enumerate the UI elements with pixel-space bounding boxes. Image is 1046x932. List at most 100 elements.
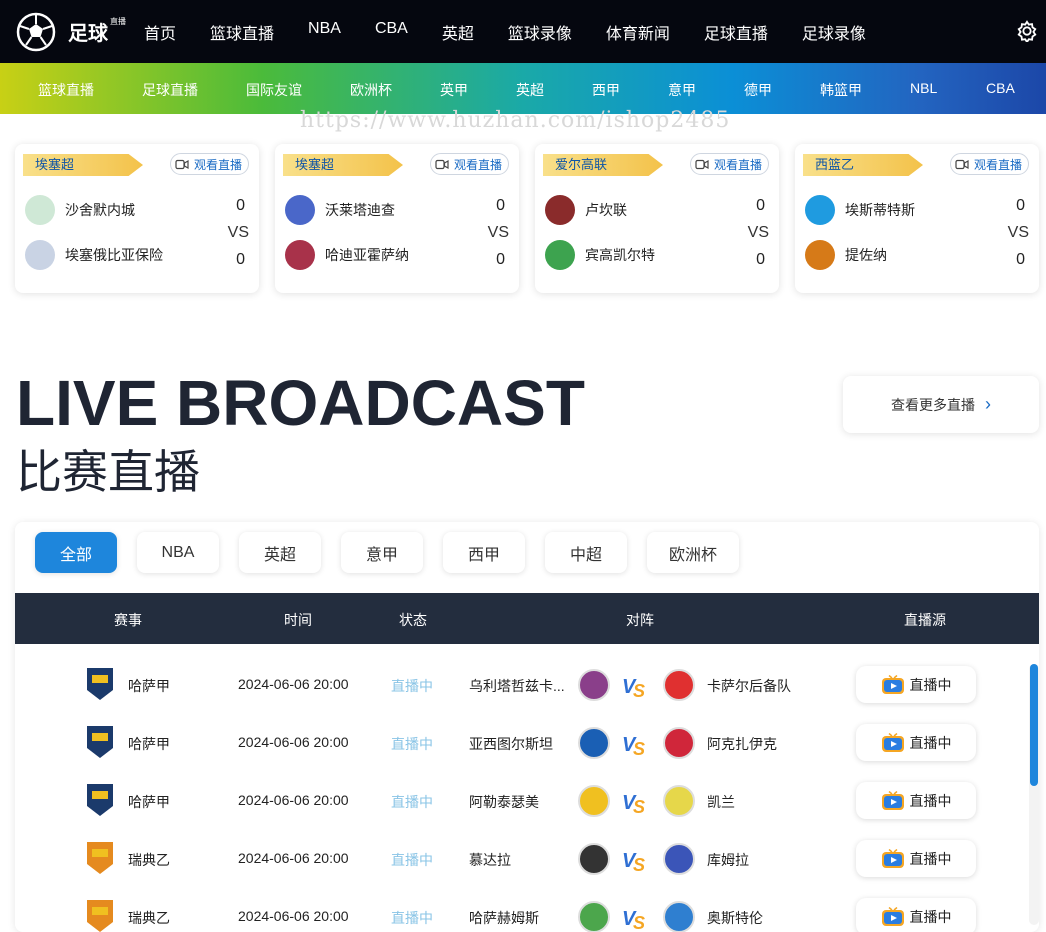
tab-premier-league[interactable]: 英超: [239, 532, 321, 573]
league-name: 哈萨甲: [128, 794, 170, 810]
table-row[interactable]: 哈萨甲 2024-06-06 20:00 直播中 阿勒泰瑟美 V S 凯兰 直播中: [15, 773, 1025, 831]
table-row[interactable]: 瑞典乙 2024-06-06 20:00 直播中 慕达拉 V S 库姆拉 直播中: [15, 831, 1025, 889]
svg-text:S: S: [633, 797, 645, 817]
team-badge-icon: [578, 727, 610, 759]
tab-euro[interactable]: 欧洲杯: [647, 532, 740, 573]
vs-icon: VS: [622, 792, 645, 817]
league-tag: 埃塞超: [283, 154, 403, 176]
team-badge-icon: [545, 240, 575, 270]
tab-csl[interactable]: 中超: [545, 532, 627, 573]
vs-icon: VS: [622, 734, 645, 759]
category-item[interactable]: NBL: [910, 80, 937, 96]
scrollbar-thumb[interactable]: [1030, 664, 1038, 786]
league-logo-icon: [87, 842, 113, 874]
svg-text:S: S: [633, 681, 645, 701]
soccer-ball-icon: [16, 12, 56, 51]
home-team-name: 慕达拉: [469, 852, 511, 868]
svg-text:S: S: [633, 855, 645, 875]
away-team: 提佐纳: [805, 240, 887, 270]
category-item[interactable]: 意甲: [668, 80, 696, 100]
vs-label: VS: [227, 224, 249, 241]
schedule-panel: 全部 NBA 英超 意甲 西甲 中超 欧洲杯 赛事 时间 状态 对阵 直播源 哈…: [15, 522, 1039, 932]
team-badge-icon: [578, 843, 610, 875]
category-item[interactable]: 英超: [516, 80, 544, 100]
away-team-name: 凯兰: [707, 794, 735, 810]
tab-la-liga[interactable]: 西甲: [443, 532, 525, 573]
category-item[interactable]: 西甲: [592, 80, 620, 100]
match-status: 直播中: [391, 852, 433, 868]
home-team-name: 沃莱塔迪查: [325, 202, 395, 218]
category-item[interactable]: 英甲: [440, 80, 468, 100]
video-camera-icon: [435, 159, 449, 169]
main-nav-item[interactable]: NBA: [308, 20, 341, 44]
category-item[interactable]: CBA: [986, 80, 1015, 96]
category-item[interactable]: 足球直播: [142, 80, 198, 100]
gear-icon[interactable]: [1016, 20, 1038, 42]
match-card[interactable]: 埃塞超 观看直播 沙舍默内城 0 VS 埃塞俄比亚保险 0: [15, 144, 259, 293]
team-badge-icon: [805, 195, 835, 225]
tab-nba[interactable]: NBA: [137, 532, 219, 573]
home-score: 0: [496, 197, 505, 214]
league-name: 瑞典乙: [128, 910, 170, 926]
away-score: 0: [756, 251, 765, 268]
table-row[interactable]: 瑞典乙 2024-06-06 20:00 直播中 哈萨赫姆斯 V S 奥斯特伦 直播中: [15, 889, 1025, 932]
match-time: 2024-06-06 20:00: [238, 908, 349, 924]
site-logo[interactable]: 足球 直播: [16, 12, 126, 52]
category-item[interactable]: 韩篮甲: [820, 80, 862, 100]
top-nav-bar: 足球 直播 首页 篮球直播 NBA CBA 英超 篮球录像 体育新闻 足球直播 …: [0, 0, 1046, 63]
live-stream-button[interactable]: 直播中: [856, 840, 976, 877]
main-nav-item[interactable]: CBA: [375, 20, 408, 44]
watch-live-button[interactable]: 观看直播: [689, 153, 769, 175]
match-card[interactable]: 西篮乙 观看直播 埃斯蒂特斯 0 VS 提佐纳 0: [795, 144, 1039, 293]
away-score: 0: [496, 251, 505, 268]
team-badge-icon: [285, 240, 315, 270]
vs-icon: VS: [622, 908, 645, 932]
main-nav-item[interactable]: 首页: [144, 20, 176, 44]
main-nav-item[interactable]: 体育新闻: [606, 20, 670, 44]
main-nav-item[interactable]: 足球录像: [802, 20, 866, 44]
main-nav: 首页 篮球直播 NBA CBA 英超 篮球录像 体育新闻 足球直播 足球录像: [144, 20, 900, 44]
team-badge-icon: [285, 195, 315, 225]
match-card[interactable]: 爱尔高联 观看直播 卢坎联 0 VS 宾高凯尔特 0: [535, 144, 779, 293]
match-card[interactable]: 埃塞超 观看直播 沃莱塔迪查 0 VS 哈迪亚霍萨纳 0: [275, 144, 519, 293]
svg-text:S: S: [633, 913, 645, 932]
category-item[interactable]: 国际友谊: [246, 80, 302, 100]
more-live-button[interactable]: 查看更多直播 ›: [843, 376, 1039, 433]
live-stream-label: 直播中: [909, 734, 952, 751]
category-item[interactable]: 篮球直播: [38, 80, 94, 100]
table-row[interactable]: 哈萨甲 2024-06-06 20:00 直播中 亚西图尔斯坦 V S 阿克扎伊克 直播中: [15, 715, 1025, 773]
live-stream-button[interactable]: 直播中: [856, 666, 976, 703]
table-row[interactable]: 哈萨甲 2024-06-06 20:00 直播中 乌利塔哲兹卡... V S 卡萨尔后备队 直…: [15, 657, 1025, 715]
main-nav-item[interactable]: 篮球直播: [210, 20, 274, 44]
live-stream-label: 直播中: [909, 676, 952, 693]
match-time: 2024-06-06 20:00: [238, 734, 349, 750]
team-badge-icon: [25, 195, 55, 225]
video-camera-icon: [955, 159, 969, 169]
tab-all[interactable]: 全部: [35, 532, 117, 573]
watch-live-button[interactable]: 观看直播: [429, 153, 509, 175]
home-score: 0: [1016, 197, 1025, 214]
team-badge-icon: [578, 669, 610, 701]
live-stream-button[interactable]: 直播中: [856, 898, 976, 932]
live-stream-button[interactable]: 直播中: [856, 724, 976, 761]
category-item[interactable]: 德甲: [744, 80, 772, 100]
main-nav-item[interactable]: 足球直播: [704, 20, 768, 44]
table-header: 赛事 时间 状态 对阵 直播源: [15, 593, 1039, 644]
away-team-name: 哈迪亚霍萨纳: [325, 247, 409, 263]
away-score: 0: [236, 251, 245, 268]
category-item[interactable]: 欧洲杯: [350, 80, 392, 100]
live-stream-button[interactable]: 直播中: [856, 782, 976, 819]
league-tabs: 全部 NBA 英超 意甲 西甲 中超 欧洲杯: [35, 532, 759, 573]
main-nav-item[interactable]: 篮球录像: [508, 20, 572, 44]
watch-live-label: 观看直播: [193, 157, 242, 172]
match-time: 2024-06-06 20:00: [238, 792, 349, 808]
away-team-name: 宾高凯尔特: [585, 247, 655, 263]
main-nav-item[interactable]: 英超: [442, 20, 474, 44]
tab-serie-a[interactable]: 意甲: [341, 532, 423, 573]
column-header: 对阵: [626, 612, 654, 628]
away-team: 埃塞俄比亚保险: [25, 240, 163, 270]
away-team-name: 卡萨尔后备队: [707, 678, 791, 694]
scrollbar[interactable]: [1029, 664, 1039, 925]
watch-live-button[interactable]: 观看直播: [949, 153, 1029, 175]
watch-live-button[interactable]: 观看直播: [169, 153, 249, 175]
